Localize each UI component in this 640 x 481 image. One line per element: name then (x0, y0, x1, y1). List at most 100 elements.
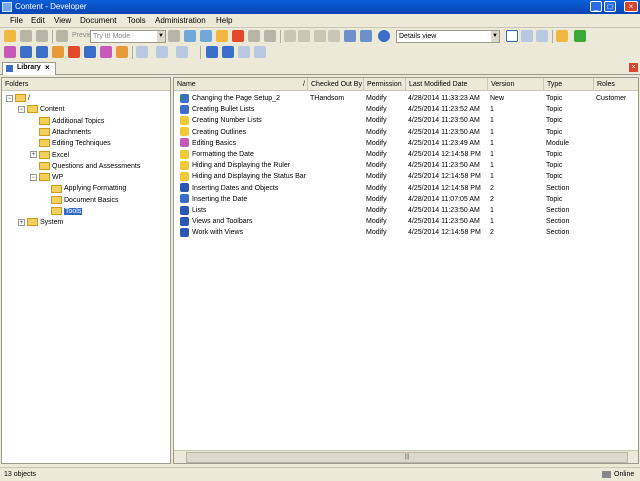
table-row[interactable]: Hiding and Displaying the Status Bar (180, 171, 308, 182)
expand-icon[interactable]: + (30, 151, 37, 159)
minimize-button[interactable]: _ (590, 1, 602, 12)
details-view-icon[interactable] (506, 30, 518, 42)
row-ver: 1 (490, 173, 494, 181)
print-icon[interactable] (36, 30, 48, 42)
table-row[interactable]: Creating Outlines (180, 127, 308, 138)
menu-edit[interactable]: Edit (31, 16, 45, 25)
redo-icon[interactable] (298, 30, 310, 42)
tree-item[interactable]: − Content (18, 104, 65, 115)
menu-document[interactable]: Document (80, 16, 116, 25)
play-icon[interactable] (168, 30, 180, 42)
tree-item[interactable]: − / (6, 93, 30, 104)
collapse-icon[interactable]: − (6, 94, 13, 102)
column-header-name[interactable]: Name (174, 78, 308, 91)
table-row[interactable]: Inserting Dates and Objects (180, 183, 308, 194)
tree-item[interactable]: Editing Techniques (30, 138, 111, 149)
collapse-icon[interactable]: − (18, 105, 25, 113)
link-icon[interactable] (136, 46, 148, 58)
expand-icon[interactable]: + (18, 218, 25, 226)
refresh-icon[interactable] (574, 30, 586, 42)
paste-icon[interactable] (216, 30, 228, 42)
view-select[interactable]: Details view ▼ (396, 30, 500, 43)
save-icon[interactable] (20, 30, 32, 42)
tree-item[interactable]: Questions and Assessments (30, 161, 140, 172)
column-header-version[interactable]: Version (488, 78, 544, 91)
table-row[interactable]: Lists (180, 205, 308, 216)
new-web-page-icon[interactable] (68, 46, 80, 58)
status-bar: 13 objects Online (0, 467, 640, 481)
publish-icon[interactable] (556, 30, 568, 42)
new-package-icon[interactable] (52, 46, 64, 58)
row-ver: 2 (490, 229, 494, 237)
column-header-checked-out[interactable]: Checked Out By (308, 78, 364, 91)
split-view-icon[interactable] (521, 30, 533, 42)
row-type: Topic (546, 117, 563, 125)
menu-view[interactable]: View (54, 16, 71, 25)
table-row[interactable]: Work with Views (180, 227, 308, 238)
table-row[interactable]: Creating Bullet Lists (180, 104, 308, 115)
menu-tools[interactable]: Tools (127, 16, 146, 25)
scrollbar-thumb[interactable]: ||| (186, 452, 628, 463)
new-role-icon[interactable] (100, 46, 112, 58)
add-icon[interactable] (314, 30, 326, 42)
close-button[interactable]: × (624, 1, 638, 12)
attach-icon[interactable] (176, 46, 188, 58)
tree-item[interactable]: + Excel (30, 150, 69, 161)
tree-item[interactable]: + System (18, 217, 63, 228)
row-ver: 2 (490, 195, 494, 203)
folder-icon (15, 94, 26, 103)
menu-file[interactable]: File (10, 16, 23, 25)
properties-icon[interactable] (248, 30, 260, 42)
table-row[interactable]: ✓ Changing the Page Setup_2 (180, 93, 308, 104)
delete-icon[interactable] (232, 30, 244, 42)
table-row[interactable]: Formatting the Date (180, 149, 308, 160)
table-row[interactable]: Hiding and Displaying the Ruler (180, 160, 308, 171)
column-header-last-modified[interactable]: Last Modified Date (406, 78, 488, 91)
chevron-down-icon: ▼ (157, 31, 165, 42)
tab-library[interactable]: Library × (2, 62, 56, 75)
sort-icon[interactable] (360, 30, 372, 42)
table-row[interactable]: Inserting the Date (180, 194, 308, 205)
menu-help[interactable]: Help (216, 16, 232, 25)
undo-icon[interactable] (284, 30, 296, 42)
table-row[interactable]: Creating Number Lists (180, 115, 308, 126)
copy-icon[interactable] (200, 30, 212, 42)
outdent-icon[interactable] (254, 46, 266, 58)
move-down-icon[interactable] (222, 46, 234, 58)
column-header-type[interactable]: Type (544, 78, 594, 91)
new-topic-icon[interactable] (36, 46, 48, 58)
find-icon[interactable] (264, 30, 276, 42)
tree-item[interactable]: Attachments (30, 127, 91, 138)
binoculars-icon[interactable] (344, 30, 356, 42)
panel-close-icon[interactable]: × (629, 63, 638, 72)
tree-item[interactable]: Document Basics (42, 195, 118, 206)
open-icon[interactable] (4, 30, 16, 42)
columns-view-icon[interactable] (536, 30, 548, 42)
collapse-icon[interactable]: − (30, 173, 37, 181)
column-header-permission[interactable]: Permission (364, 78, 406, 91)
column-header-roles[interactable]: Roles (594, 78, 638, 91)
table-row[interactable]: Views and Toolbars (180, 216, 308, 227)
table-row[interactable]: Editing Basics (180, 138, 308, 149)
remove-icon[interactable] (328, 30, 340, 42)
tree-item-label: System (40, 219, 64, 227)
tree-item[interactable]: − WP (30, 172, 63, 183)
tree-item[interactable]: Tools (42, 206, 83, 217)
menu-administration[interactable]: Administration (155, 16, 206, 25)
tree-item[interactable]: Applying Formatting (42, 183, 126, 194)
new-module-icon[interactable] (4, 46, 16, 58)
new-assessment-icon[interactable] (116, 46, 128, 58)
new-glossary-icon[interactable] (84, 46, 96, 58)
question-icon[interactable] (156, 46, 168, 58)
move-up-icon[interactable] (206, 46, 218, 58)
maximize-button[interactable]: □ (604, 1, 616, 12)
tree-item[interactable]: Additional Topics (30, 116, 104, 127)
help-icon[interactable] (378, 30, 390, 42)
mode-select[interactable]: Try It! Mode ▼ (90, 30, 166, 43)
horizontal-scrollbar[interactable]: ||| (174, 450, 638, 463)
cut-icon[interactable] (184, 30, 196, 42)
indent-icon[interactable] (238, 46, 250, 58)
preview-icon[interactable] (56, 30, 68, 42)
tab-close-icon[interactable]: × (45, 63, 50, 72)
new-section-icon[interactable] (20, 46, 32, 58)
